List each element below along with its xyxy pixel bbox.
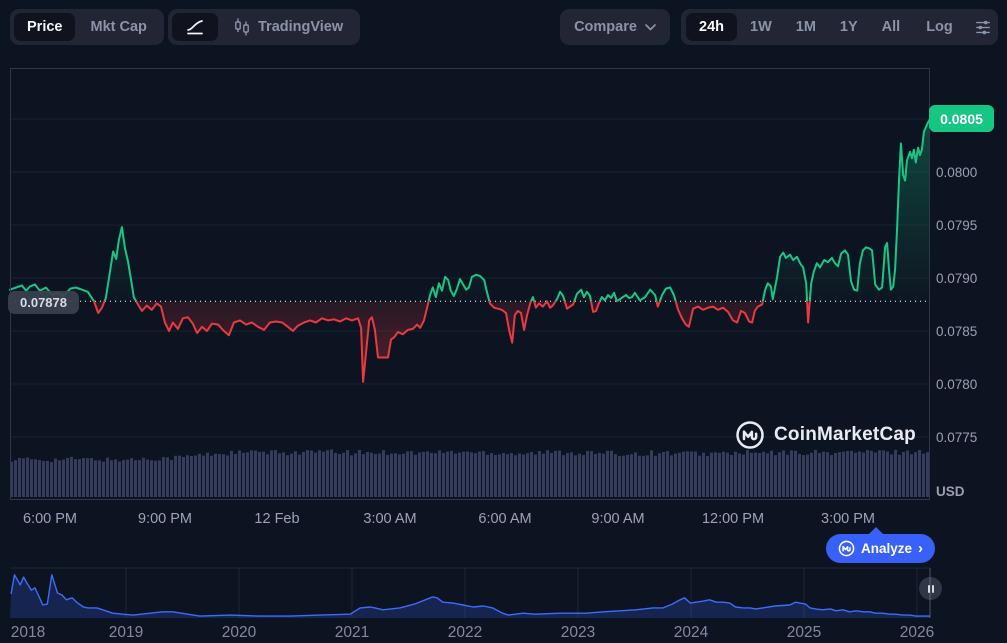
tradingview-label: TradingView [258,19,343,35]
time-axis-label: 3:00 PM [821,511,875,527]
cmc-logo-icon [735,420,765,450]
sliders-icon [974,18,992,37]
timeline-gridlines [10,568,930,618]
cmc-logo-icon [838,540,855,557]
analyze-label: Analyze [861,541,912,556]
range-24h[interactable]: 24h [686,13,737,41]
pause-icon [928,585,930,593]
candlestick-icon [233,17,251,37]
price-axis-label: 0.0780 [936,375,998,393]
time-axis-label: 9:00 PM [138,511,192,527]
range-handle[interactable] [919,577,942,600]
line-chart-icon [185,17,205,37]
log-scale-button[interactable]: Log [915,13,964,41]
analyze-button[interactable]: Analyze › [826,534,935,563]
chevron-right-icon: › [918,541,923,556]
open-price-badge: 0.07878 [8,291,79,314]
range-1m[interactable]: 1M [785,13,827,41]
compare-label: Compare [574,19,637,35]
year-label: 2019 [109,624,143,642]
tradingview-chart-type-button[interactable]: TradingView [220,13,356,41]
watermark: CoinMarketCap [735,420,916,450]
year-label: 2020 [222,624,256,642]
timeline-minichart [10,575,930,618]
cmc-price-chart-app: Price Mkt Cap TradingView Compare 24h [0,0,1007,643]
chevron-down-icon [645,24,656,31]
range-all[interactable]: All [871,13,912,41]
price-axis-label: 0.0785 [936,322,998,340]
time-axis-label: 6:00 PM [23,511,77,527]
tab-price[interactable]: Price [14,13,75,41]
time-axis-label: 12 Feb [254,511,299,527]
year-label: 2024 [674,624,708,642]
year-label: 2026 [900,624,934,642]
price-mktcap-toggle: Price Mkt Cap [10,9,164,45]
year-label: 2022 [448,624,482,642]
time-axis-label: 3:00 AM [363,511,416,527]
year-label: 2025 [787,624,821,642]
time-axis-label: 12:00 PM [702,511,764,527]
range-1w[interactable]: 1W [739,13,783,41]
last-price-badge: 0.0805 [929,105,994,132]
line-chart-type-button[interactable] [172,13,218,41]
price-axis-label: 0.0775 [936,428,998,446]
time-axis-label: 9:00 AM [591,511,644,527]
price-axis-unit: USD [936,484,965,499]
year-label: 2018 [11,624,45,642]
price-axis-label: 0.0790 [936,269,998,287]
range-selector: 24h 1W 1M 1Y All Log [681,9,998,45]
range-1y[interactable]: 1Y [829,13,869,41]
chart-type-toggle: TradingView [168,9,360,45]
time-axis-label: 6:00 AM [478,511,531,527]
price-axis-label: 0.0800 [936,163,998,181]
watermark-label: CoinMarketCap [774,424,916,446]
price-axis-label: 0.0795 [936,216,998,234]
compare-button[interactable]: Compare [560,9,670,45]
analyze-tooltip-arrow [868,527,884,535]
tab-mkt-cap[interactable]: Mkt Cap [77,13,159,41]
year-label: 2021 [335,624,369,642]
year-label: 2023 [561,624,595,642]
chart-settings-button[interactable] [968,13,998,41]
